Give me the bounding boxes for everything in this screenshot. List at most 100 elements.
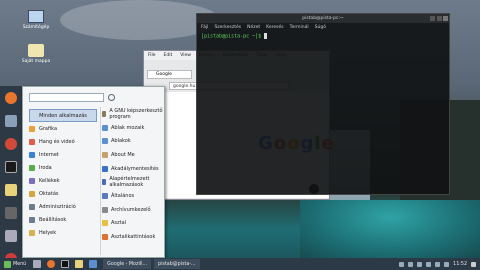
- terminal-prompt-line[interactable]: [pistab@pista-pc ~]$: [197, 31, 449, 42]
- desktop-icon-home[interactable]: Saját mappa: [11, 44, 61, 64]
- desktop-click-icon: [102, 234, 108, 241]
- url-text: google.hu: [173, 84, 196, 89]
- search-input[interactable]: [29, 93, 104, 102]
- home-folder-icon: [28, 44, 44, 57]
- system-tray: 11:52: [399, 261, 480, 267]
- app-label: About Me: [111, 151, 135, 158]
- show-desktop-icon[interactable]: [33, 260, 42, 268]
- general-icon: [102, 192, 108, 199]
- category-item-office[interactable]: Iroda: [29, 161, 97, 174]
- terminal-menubar: Fájl Szerkesztés Nézet Keresés Terminál …: [197, 23, 449, 31]
- maximize-icon[interactable]: [437, 16, 442, 21]
- firefox-launcher-icon[interactable]: [47, 260, 56, 268]
- office-icon: [29, 164, 35, 171]
- app-item[interactable]: Asztal: [102, 217, 164, 231]
- minimize-icon[interactable]: [430, 16, 435, 21]
- keyboard-icon[interactable]: [444, 261, 450, 267]
- close-icon[interactable]: [443, 16, 448, 21]
- terminal-menu-search[interactable]: Keresés: [266, 25, 283, 30]
- terminal-menu-help[interactable]: Súgó: [315, 25, 326, 30]
- education-icon: [29, 190, 35, 197]
- update-icon[interactable]: [408, 261, 414, 267]
- app-item[interactable]: A GNU képszerkesztő program: [102, 107, 164, 121]
- firefox-icon[interactable]: [5, 92, 17, 104]
- category-label: Helyek: [39, 229, 57, 236]
- folder-icon[interactable]: [5, 184, 17, 196]
- task-label: pistab@pista-...: [158, 261, 196, 267]
- terminal-window[interactable]: pistab@pista-pc:~ Fájl Szerkesztés Nézet…: [196, 13, 450, 195]
- browser-menu-view[interactable]: View: [180, 53, 191, 58]
- category-item-internet[interactable]: Internet: [29, 148, 97, 161]
- category-item-administration[interactable]: Adminisztráció: [29, 200, 97, 213]
- app-item[interactable]: Általános: [102, 189, 164, 203]
- archive-icon: [102, 206, 108, 213]
- app-item[interactable]: Ablakok: [102, 134, 164, 148]
- category-item-accessories[interactable]: Kellékek: [29, 174, 97, 187]
- network-icon[interactable]: [426, 261, 432, 267]
- graphics-icon: [29, 125, 35, 132]
- category-label: Iroda: [39, 164, 52, 171]
- terminal-menu-view[interactable]: Nézet: [247, 25, 260, 30]
- terminal-menu-edit[interactable]: Szerkesztés: [214, 25, 241, 30]
- workspace-icon[interactable]: [399, 261, 405, 267]
- administration-icon: [29, 203, 35, 210]
- lock-icon[interactable]: [5, 207, 17, 219]
- start-menu: Minden alkalmazás Grafika Hang és videó …: [22, 86, 165, 258]
- browser-menu-edit[interactable]: Edit: [164, 53, 173, 58]
- internet-icon: [29, 151, 35, 158]
- windows-icon: [102, 138, 108, 145]
- browser-menu-file[interactable]: File: [148, 53, 156, 58]
- task-button-terminal[interactable]: pistab@pista-...: [154, 259, 200, 269]
- volume-icon[interactable]: [435, 261, 441, 267]
- app-label: Asztal: [111, 220, 127, 227]
- task-button-browser[interactable]: Google - Mozill...: [103, 259, 152, 269]
- category-item-preferences[interactable]: Beállítások: [29, 213, 97, 226]
- menu-icon: [4, 260, 11, 268]
- app-item[interactable]: About Me: [102, 148, 164, 162]
- accessibility-icon: [102, 165, 108, 172]
- app-item[interactable]: Alapértelmezett alkalmazások: [102, 175, 164, 189]
- desktop-icon-label: Saját mappa: [21, 59, 51, 64]
- terminal-menu-terminal[interactable]: Terminál: [290, 25, 309, 30]
- about-me-icon: [102, 151, 108, 158]
- logout-icon[interactable]: [5, 230, 17, 242]
- notification-icon[interactable]: [471, 261, 476, 267]
- terminal-launcher-icon[interactable]: [61, 260, 70, 268]
- app-item[interactable]: Ablak mozaik: [102, 121, 164, 135]
- desktop-icon-computer[interactable]: Számítógép: [11, 10, 61, 30]
- accessories-icon: [29, 177, 35, 184]
- app-launcher-icon[interactable]: [89, 260, 98, 268]
- category-item-all[interactable]: Minden alkalmazás: [29, 109, 97, 122]
- browser-tab[interactable]: Google: [147, 70, 192, 79]
- search-icon: [108, 94, 115, 101]
- terminal-icon[interactable]: [5, 161, 17, 173]
- category-item-education[interactable]: Oktatás: [29, 187, 97, 200]
- app-label: A GNU képszerkesztő program: [109, 107, 163, 120]
- category-item-places[interactable]: Helyek: [29, 226, 97, 239]
- app-label: Alapértelmezett alkalmazások: [109, 176, 150, 189]
- files-launcher-icon[interactable]: [75, 260, 84, 268]
- launcher-strip: [0, 86, 22, 265]
- app-label: Akadálymentesítés: [111, 165, 159, 172]
- app-item[interactable]: Archívumkezelő: [102, 203, 164, 217]
- category-item-graphics[interactable]: Grafika: [29, 122, 97, 135]
- tools-icon[interactable]: [5, 138, 17, 150]
- terminal-overlay-dot: [309, 184, 319, 194]
- computer-icon: [28, 10, 44, 23]
- gimp-icon: [102, 110, 107, 117]
- multimedia-icon: [29, 138, 35, 145]
- terminal-prompt: [pistab@pista-pc ~]$: [201, 33, 262, 40]
- app-item[interactable]: Akadálymentesítés: [102, 162, 164, 176]
- category-label: Adminisztráció: [39, 203, 76, 210]
- start-menu-button[interactable]: Menü: [0, 258, 30, 270]
- category-item-multimedia[interactable]: Hang és videó: [29, 135, 97, 148]
- shield-icon[interactable]: [417, 261, 423, 267]
- terminal-titlebar[interactable]: pistab@pista-pc:~: [197, 14, 449, 23]
- app-item[interactable]: Asztalikattintások: [102, 230, 164, 244]
- settings-icon[interactable]: [5, 115, 17, 127]
- clock[interactable]: 11:52: [453, 262, 467, 267]
- app-label: Archívumkezelő: [111, 206, 151, 213]
- terminal-menu-file[interactable]: Fájl: [201, 25, 208, 30]
- category-label: Minden alkalmazás: [39, 112, 87, 119]
- app-label: Általános: [111, 192, 135, 199]
